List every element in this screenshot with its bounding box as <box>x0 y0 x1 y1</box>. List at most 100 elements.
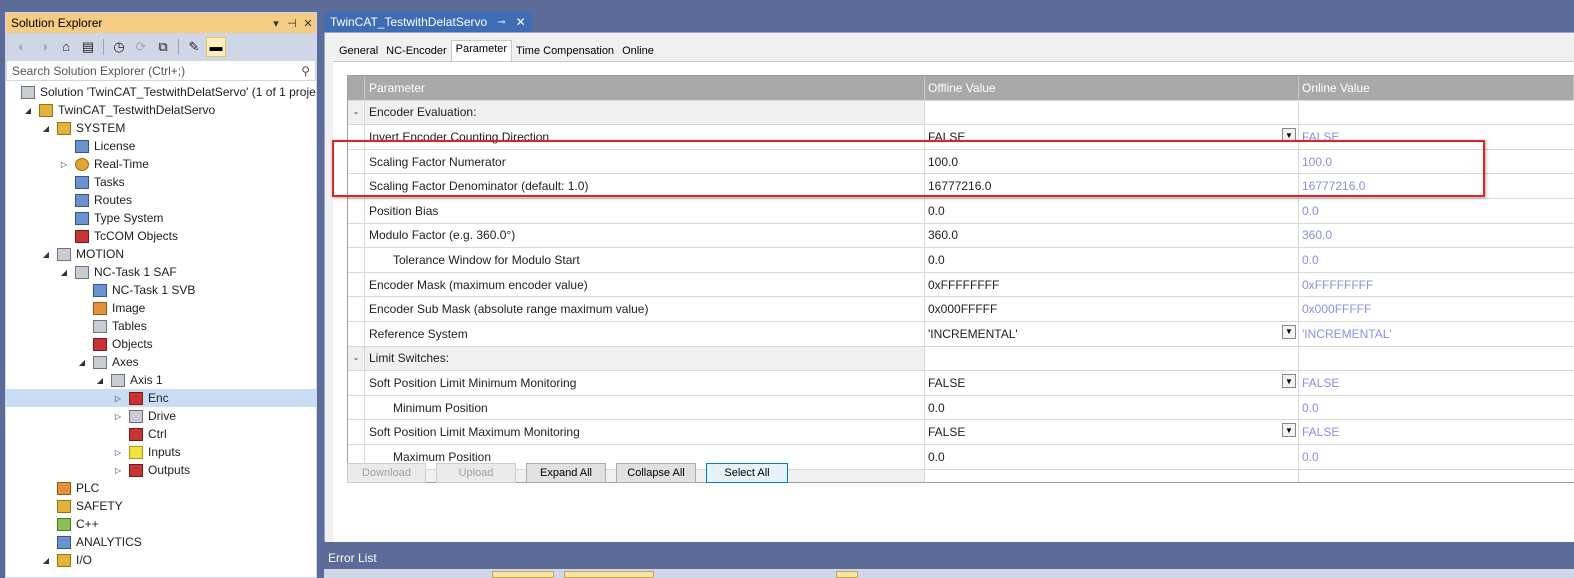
section-toggle-icon[interactable]: - <box>348 346 365 371</box>
grid-parameter-row[interactable]: Modulo Factor (e.g. 360.0°) 360.0 360.0 <box>348 223 1574 249</box>
grid-parameter-row[interactable]: Position Bias 0.0 0.0 <box>348 198 1574 224</box>
tree-item[interactable]: Solution 'TwinCAT_TestwithDelatServo' (1… <box>6 83 316 101</box>
expand-arrow-icon[interactable]: ▷ <box>112 446 124 458</box>
tab-nc-encoder[interactable]: NC-Encoder <box>382 43 451 61</box>
collapse-arrow-icon[interactable]: ◢ <box>40 554 52 566</box>
offline-value-cell[interactable]: FALSE ▼ <box>925 371 1299 395</box>
dropdown-arrow-icon[interactable]: ▼ <box>1282 128 1296 143</box>
error-list-title[interactable]: Error List <box>324 548 1574 568</box>
tree-item[interactable]: ◢ Axis 1 <box>6 371 316 389</box>
dropdown-arrow-icon[interactable]: ▼ <box>1282 374 1296 389</box>
error-filter-dropdown[interactable] <box>492 571 554 578</box>
offline-value-cell[interactable] <box>925 100 1299 125</box>
error-scope-dropdown[interactable] <box>564 571 654 578</box>
offline-value-cell[interactable]: FALSE ▼ <box>925 125 1299 149</box>
select-all-button[interactable]: Select All <box>706 463 788 483</box>
tree-item[interactable]: ◢ NC-Task 1 SAF <box>6 263 316 281</box>
tree-item[interactable]: ◢ TwinCAT_TestwithDelatServo <box>6 101 316 119</box>
tree-item[interactable]: ◢ SYSTEM <box>6 119 316 137</box>
collapse-arrow-icon[interactable]: ◢ <box>58 266 70 278</box>
offline-value-cell[interactable] <box>925 346 1299 371</box>
properties-wrench-icon[interactable]: ✎ <box>184 37 204 57</box>
tree-item[interactable]: Tables <box>6 317 316 335</box>
collapse-arrow-icon[interactable]: ◢ <box>94 374 106 386</box>
tab-online[interactable]: Online <box>618 43 658 61</box>
expand-arrow-icon[interactable]: ▷ <box>58 158 70 170</box>
section-toggle-icon[interactable]: - <box>348 100 365 125</box>
tree-item[interactable]: ◢ MOTION <box>6 245 316 263</box>
offline-value-cell[interactable]: 0xFFFFFFFF <box>925 272 1299 297</box>
offline-value-cell[interactable]: 0.0 <box>925 198 1299 223</box>
window-position-dropdown-icon[interactable]: ▾ <box>268 17 284 30</box>
auto-hide-pin-icon[interactable]: ⊣ <box>284 17 300 30</box>
offline-value-cell[interactable]: 100.0 <box>925 149 1299 174</box>
grid-parameter-row[interactable]: Soft Position Limit Maximum Monitoring FA… <box>348 420 1574 445</box>
grid-section-row[interactable]: - Limit Switches: <box>348 346 1574 372</box>
grid-parameter-row[interactable]: Reference System 'INCREMENTAL' ▼ 'INCREMENT… <box>348 321 1574 347</box>
offline-value-cell[interactable]: 0.0 <box>925 248 1299 272</box>
grid-column-header[interactable]: Online Value <box>1299 76 1574 100</box>
offline-value-cell[interactable]: 0x000FFFFF <box>925 297 1299 321</box>
back-icon[interactable]: ◐ <box>12 37 32 57</box>
collapse-all-icon[interactable]: ⧉ <box>153 37 173 57</box>
pin-tab-icon[interactable]: ⊸ <box>497 17 505 28</box>
expand-all-button[interactable]: Expand All <box>526 463 606 483</box>
dropdown-arrow-icon[interactable]: ▼ <box>1282 324 1296 339</box>
grid-parameter-row[interactable]: Invert Encoder Counting Direction FALSE ▼ F… <box>348 125 1574 150</box>
collapse-arrow-icon[interactable]: ◢ <box>76 356 88 368</box>
collapse-all-button[interactable]: Collapse All <box>616 463 696 483</box>
grid-parameter-row[interactable]: Tolerance Window for Modulo Start 0.0 0.0 <box>348 248 1574 273</box>
offline-value-cell[interactable]: FALSE ▼ <box>925 420 1299 444</box>
expand-arrow-icon[interactable]: ▷ <box>112 410 124 422</box>
tree-item[interactable]: TcCOM Objects <box>6 227 316 245</box>
upload-button[interactable]: Upload <box>436 463 516 483</box>
close-icon[interactable]: ✕ <box>300 17 316 30</box>
tree-item[interactable]: Type System <box>6 209 316 227</box>
grid-parameter-row[interactable]: Soft Position Limit Minimum Monitoring FA… <box>348 371 1574 396</box>
pending-changes-filter-icon[interactable]: ◷ <box>109 37 129 57</box>
tree-item[interactable]: ▷ Drive <box>6 407 316 425</box>
tree-item[interactable]: PLC <box>6 479 316 497</box>
dropdown-arrow-icon[interactable]: ▼ <box>1282 423 1296 438</box>
tree-item[interactable]: ▷ Real-Time <box>6 155 316 173</box>
switch-views-icon[interactable]: ▤ <box>78 37 98 57</box>
grid-parameter-row[interactable]: Encoder Mask (maximum encoder value) 0xFF… <box>348 272 1574 298</box>
tree-item[interactable]: ◢ I/O <box>6 551 316 569</box>
tree-item[interactable]: License <box>6 137 316 155</box>
home-icon[interactable]: ⌂ <box>56 37 76 57</box>
tree-item[interactable]: Ctrl <box>6 425 316 443</box>
tree-item[interactable]: ANALYTICS <box>6 533 316 551</box>
tree-item[interactable]: ◢ Axes <box>6 353 316 371</box>
search-icon[interactable]: ⚲ <box>301 64 310 78</box>
document-tab[interactable]: TwinCAT_TestwithDelatServo ⊸ ✕ <box>324 12 532 32</box>
download-button[interactable]: Download <box>347 463 426 483</box>
error-count-toggle[interactable] <box>836 571 858 578</box>
tree-item[interactable]: C++ <box>6 515 316 533</box>
grid-section-row[interactable]: - Encoder Evaluation: <box>348 100 1574 126</box>
tree-item[interactable]: SAFETY <box>6 497 316 515</box>
grid-parameter-row[interactable]: Encoder Sub Mask (absolute range maximum… <box>348 297 1574 322</box>
search-input[interactable]: Search Solution Explorer (Ctrl+;) <box>12 64 301 78</box>
tab-general[interactable]: General <box>335 43 382 61</box>
tree-item[interactable]: ▷ Outputs <box>6 461 316 479</box>
grid-parameter-row[interactable]: Scaling Factor Numerator 100.0 100.0 <box>348 149 1574 175</box>
tree-item[interactable]: Objects <box>6 335 316 353</box>
sync-icon[interactable]: ⟳ <box>131 37 151 57</box>
preview-selected-icon[interactable]: ▬ <box>206 36 226 57</box>
collapse-arrow-icon[interactable]: ◢ <box>40 248 52 260</box>
solution-explorer-search[interactable]: Search Solution Explorer (Ctrl+;) ⚲ <box>6 60 316 81</box>
offline-value-cell[interactable] <box>925 469 1299 482</box>
tree-item[interactable]: Tasks <box>6 173 316 191</box>
grid-parameter-row[interactable]: Scaling Factor Denominator (default: 1.0… <box>348 174 1574 199</box>
tree-item[interactable]: ▷ Inputs <box>6 443 316 461</box>
offline-value-cell[interactable]: 0.0 <box>925 395 1299 420</box>
collapse-arrow-icon[interactable]: ◢ <box>40 122 52 134</box>
grid-parameter-row[interactable]: Minimum Position 0.0 0.0 <box>348 395 1574 421</box>
offline-value-cell[interactable]: 0.0 <box>925 444 1299 469</box>
tree-item[interactable]: Routes <box>6 191 316 209</box>
tab-parameter[interactable]: Parameter <box>450 40 513 61</box>
offline-value-cell[interactable]: 'INCREMENTAL' ▼ <box>925 321 1299 346</box>
offline-value-cell[interactable]: 16777216.0 <box>925 174 1299 198</box>
tree-item[interactable]: NC-Task 1 SVB <box>6 281 316 299</box>
expand-arrow-icon[interactable]: ▷ <box>112 464 124 476</box>
